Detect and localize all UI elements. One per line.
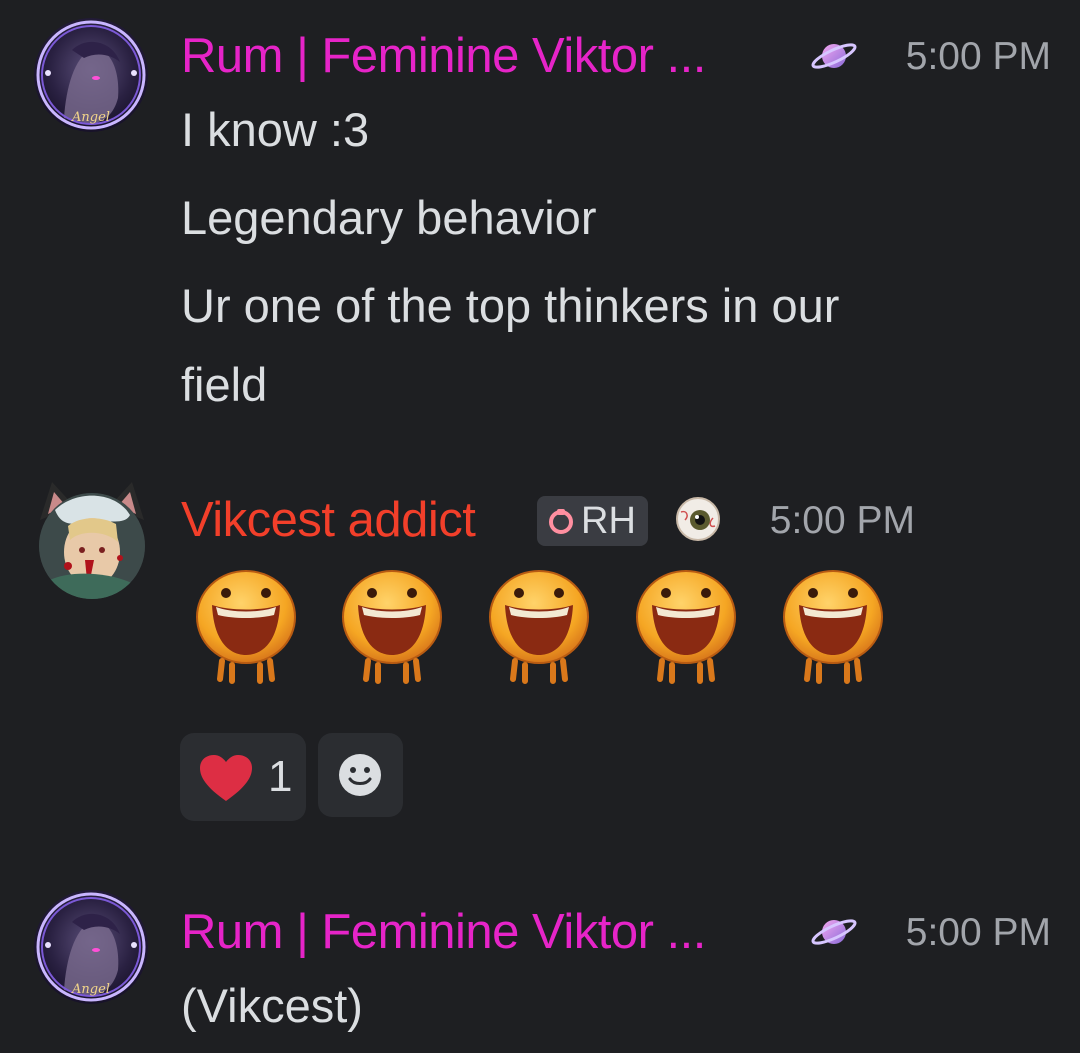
username[interactable]: Rum | Feminine Viktor ...: [181, 902, 706, 962]
ringed-planet-icon: [811, 919, 857, 945]
timestamp: 5:00 PM: [905, 911, 1051, 954]
message-3: Angel Rum | Feminine Viktor ... 5:00 PM …: [0, 0, 1080, 1053]
message-header: Rum | Feminine Viktor ... 5:00 PM: [181, 902, 1051, 962]
message-line: (Vikcest): [181, 979, 363, 1032]
avatar[interactable]: Angel: [34, 890, 148, 1004]
avatar-frame-text: Angel: [71, 982, 110, 997]
